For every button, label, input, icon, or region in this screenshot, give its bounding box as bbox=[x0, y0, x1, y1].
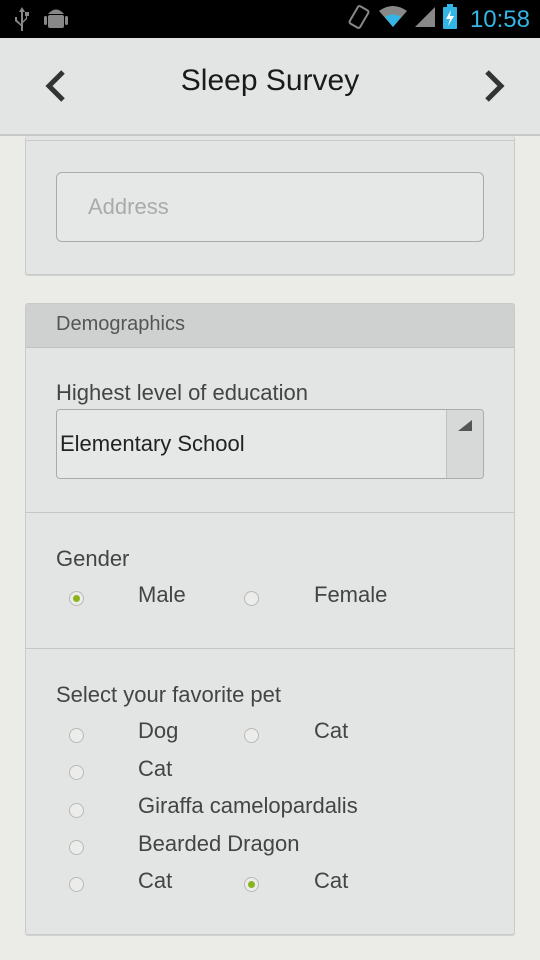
chevron-right-icon bbox=[485, 70, 505, 102]
status-bar: 10:58 bbox=[0, 0, 540, 38]
android-debug-icon bbox=[44, 6, 68, 37]
demographics-card: Demographics Highest level of education … bbox=[25, 303, 515, 935]
divider bbox=[26, 648, 514, 649]
pet-radio-cat-1[interactable] bbox=[244, 728, 259, 743]
pet-label-cat-3[interactable]: Cat bbox=[138, 868, 172, 894]
pet-radio-cat-3[interactable] bbox=[69, 877, 84, 892]
pet-radio-cat-4[interactable] bbox=[244, 877, 259, 892]
signal-icon bbox=[414, 5, 436, 34]
education-select[interactable]: Elementary School bbox=[56, 409, 484, 479]
gender-label: Gender bbox=[56, 546, 130, 571]
gender-radio-male[interactable] bbox=[69, 591, 84, 606]
pet-label-cat-2[interactable]: Cat bbox=[138, 756, 172, 782]
section-header: Demographics bbox=[26, 304, 514, 348]
divider bbox=[26, 140, 514, 141]
usb-icon bbox=[14, 6, 30, 37]
gender-label-female[interactable]: Female bbox=[314, 582, 387, 608]
dropdown-arrow-icon bbox=[446, 410, 483, 478]
wifi-icon bbox=[378, 5, 408, 34]
address-card bbox=[25, 136, 515, 275]
pet-label-cat-1[interactable]: Cat bbox=[314, 718, 348, 744]
page-title: Sleep Survey bbox=[180, 64, 360, 97]
address-input[interactable] bbox=[56, 172, 484, 242]
pet-radio-bearded-dragon[interactable] bbox=[69, 840, 84, 855]
gender-radio-female[interactable] bbox=[244, 591, 259, 606]
section-title: Demographics bbox=[56, 313, 185, 335]
pet-radio-giraffe[interactable] bbox=[69, 803, 84, 818]
education-selected-value: Elementary School bbox=[60, 431, 245, 456]
vibrate-icon bbox=[346, 4, 372, 35]
pet-label-dog[interactable]: Dog bbox=[138, 718, 178, 744]
clock: 10:58 bbox=[469, 5, 530, 33]
action-bar: Sleep Survey bbox=[0, 38, 540, 136]
pet-label: Select your favorite pet bbox=[56, 682, 282, 707]
divider bbox=[26, 512, 514, 513]
pet-label-cat-4[interactable]: Cat bbox=[314, 868, 348, 894]
gender-label-male[interactable]: Male bbox=[138, 582, 186, 608]
pet-radio-cat-2[interactable] bbox=[69, 765, 84, 780]
battery-charging-icon bbox=[442, 4, 458, 35]
pet-radio-dog[interactable] bbox=[69, 728, 84, 743]
next-button[interactable] bbox=[472, 66, 512, 106]
pet-label-giraffe[interactable]: Giraffa camelopardalis bbox=[138, 793, 358, 819]
education-label: Highest level of education bbox=[56, 380, 308, 405]
pet-label-bearded-dragon[interactable]: Bearded Dragon bbox=[138, 831, 299, 857]
